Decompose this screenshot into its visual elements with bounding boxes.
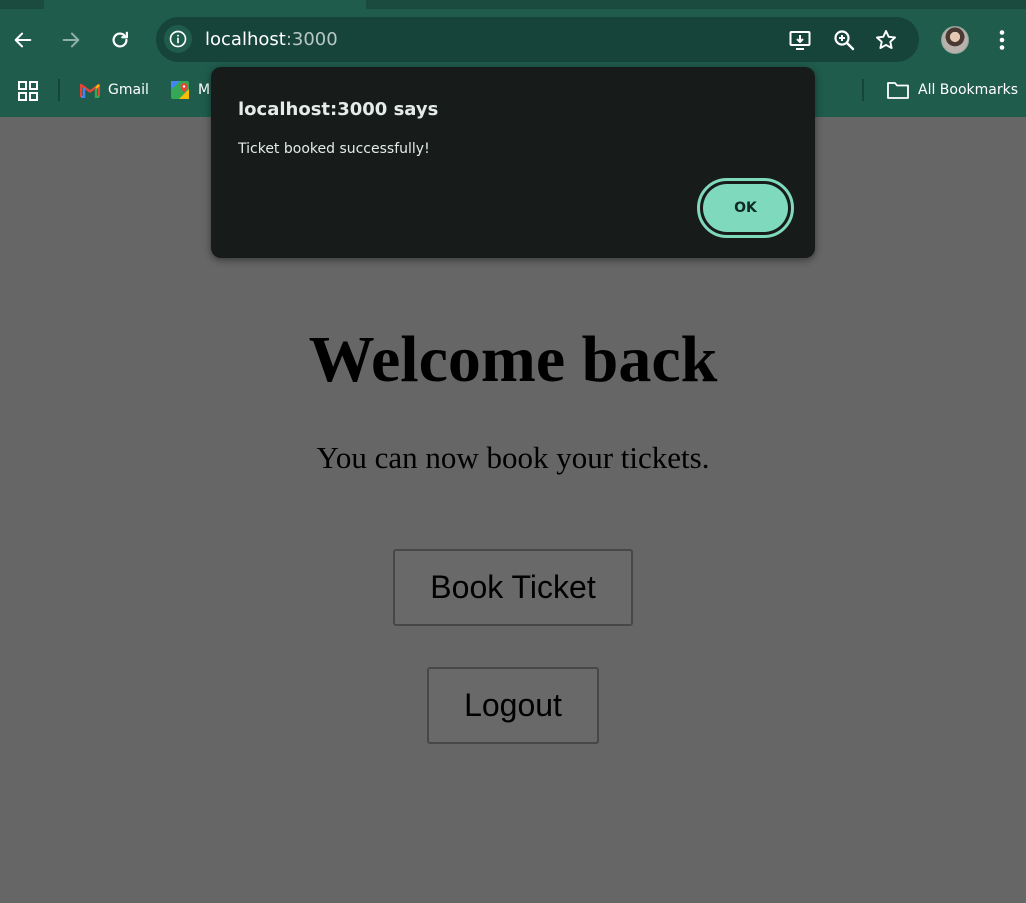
profile-avatar[interactable] xyxy=(941,26,969,54)
url-text[interactable]: localhost:3000 xyxy=(205,29,338,50)
url-host: localhost xyxy=(205,29,286,50)
back-button[interactable] xyxy=(8,25,38,55)
bookmark-star-button[interactable] xyxy=(873,27,899,53)
info-icon xyxy=(169,30,187,48)
site-info-button[interactable] xyxy=(164,25,192,53)
reload-button[interactable] xyxy=(105,25,135,55)
bookmark-maps[interactable]: M xyxy=(170,71,210,109)
ok-button-focus-ring: OK xyxy=(697,178,794,238)
all-bookmarks-label: All Bookmarks xyxy=(918,82,1019,98)
more-vert-icon xyxy=(999,30,1005,50)
browser-toolbar: localhost:3000 xyxy=(0,9,1026,71)
star-icon xyxy=(876,30,896,49)
book-ticket-button[interactable]: Book Ticket xyxy=(393,549,633,626)
welcome-subtext: You can now book your tickets. xyxy=(316,440,710,475)
bookmark-gmail-label: Gmail xyxy=(108,82,149,98)
forward-button[interactable] xyxy=(56,25,86,55)
forward-arrow-icon xyxy=(62,32,80,48)
bookmarks-separator xyxy=(862,79,864,101)
back-arrow-icon xyxy=(14,32,32,48)
dialog-message: Ticket booked successfully! xyxy=(238,141,430,157)
reload-icon xyxy=(112,31,128,48)
bookmarks-separator xyxy=(58,79,60,101)
zoom-in-icon xyxy=(834,30,855,51)
ok-button[interactable]: OK xyxy=(703,184,788,232)
dialog-title: localhost:3000 says xyxy=(238,99,439,120)
install-app-icon xyxy=(789,31,811,50)
bookmark-gmail[interactable]: Gmail xyxy=(80,71,149,109)
logout-button[interactable]: Logout xyxy=(427,667,599,744)
maps-icon xyxy=(171,81,189,99)
apps-grid-icon xyxy=(18,81,38,101)
alert-dialog: localhost:3000 says Ticket booked succes… xyxy=(211,67,815,258)
folder-icon xyxy=(887,82,909,99)
apps-button[interactable] xyxy=(17,80,39,102)
tab-strip xyxy=(0,0,1026,9)
address-bar[interactable]: localhost:3000 xyxy=(156,17,919,62)
browser-menu-button[interactable] xyxy=(990,25,1014,55)
zoom-button[interactable] xyxy=(831,27,857,53)
bookmark-maps-label: M xyxy=(198,82,211,98)
gmail-icon xyxy=(80,83,100,98)
all-bookmarks-button[interactable]: All Bookmarks xyxy=(886,71,1018,109)
install-app-button[interactable] xyxy=(787,27,813,53)
active-tab[interactable] xyxy=(44,0,366,9)
welcome-heading: Welcome back xyxy=(308,323,718,396)
url-port: :3000 xyxy=(285,29,338,50)
